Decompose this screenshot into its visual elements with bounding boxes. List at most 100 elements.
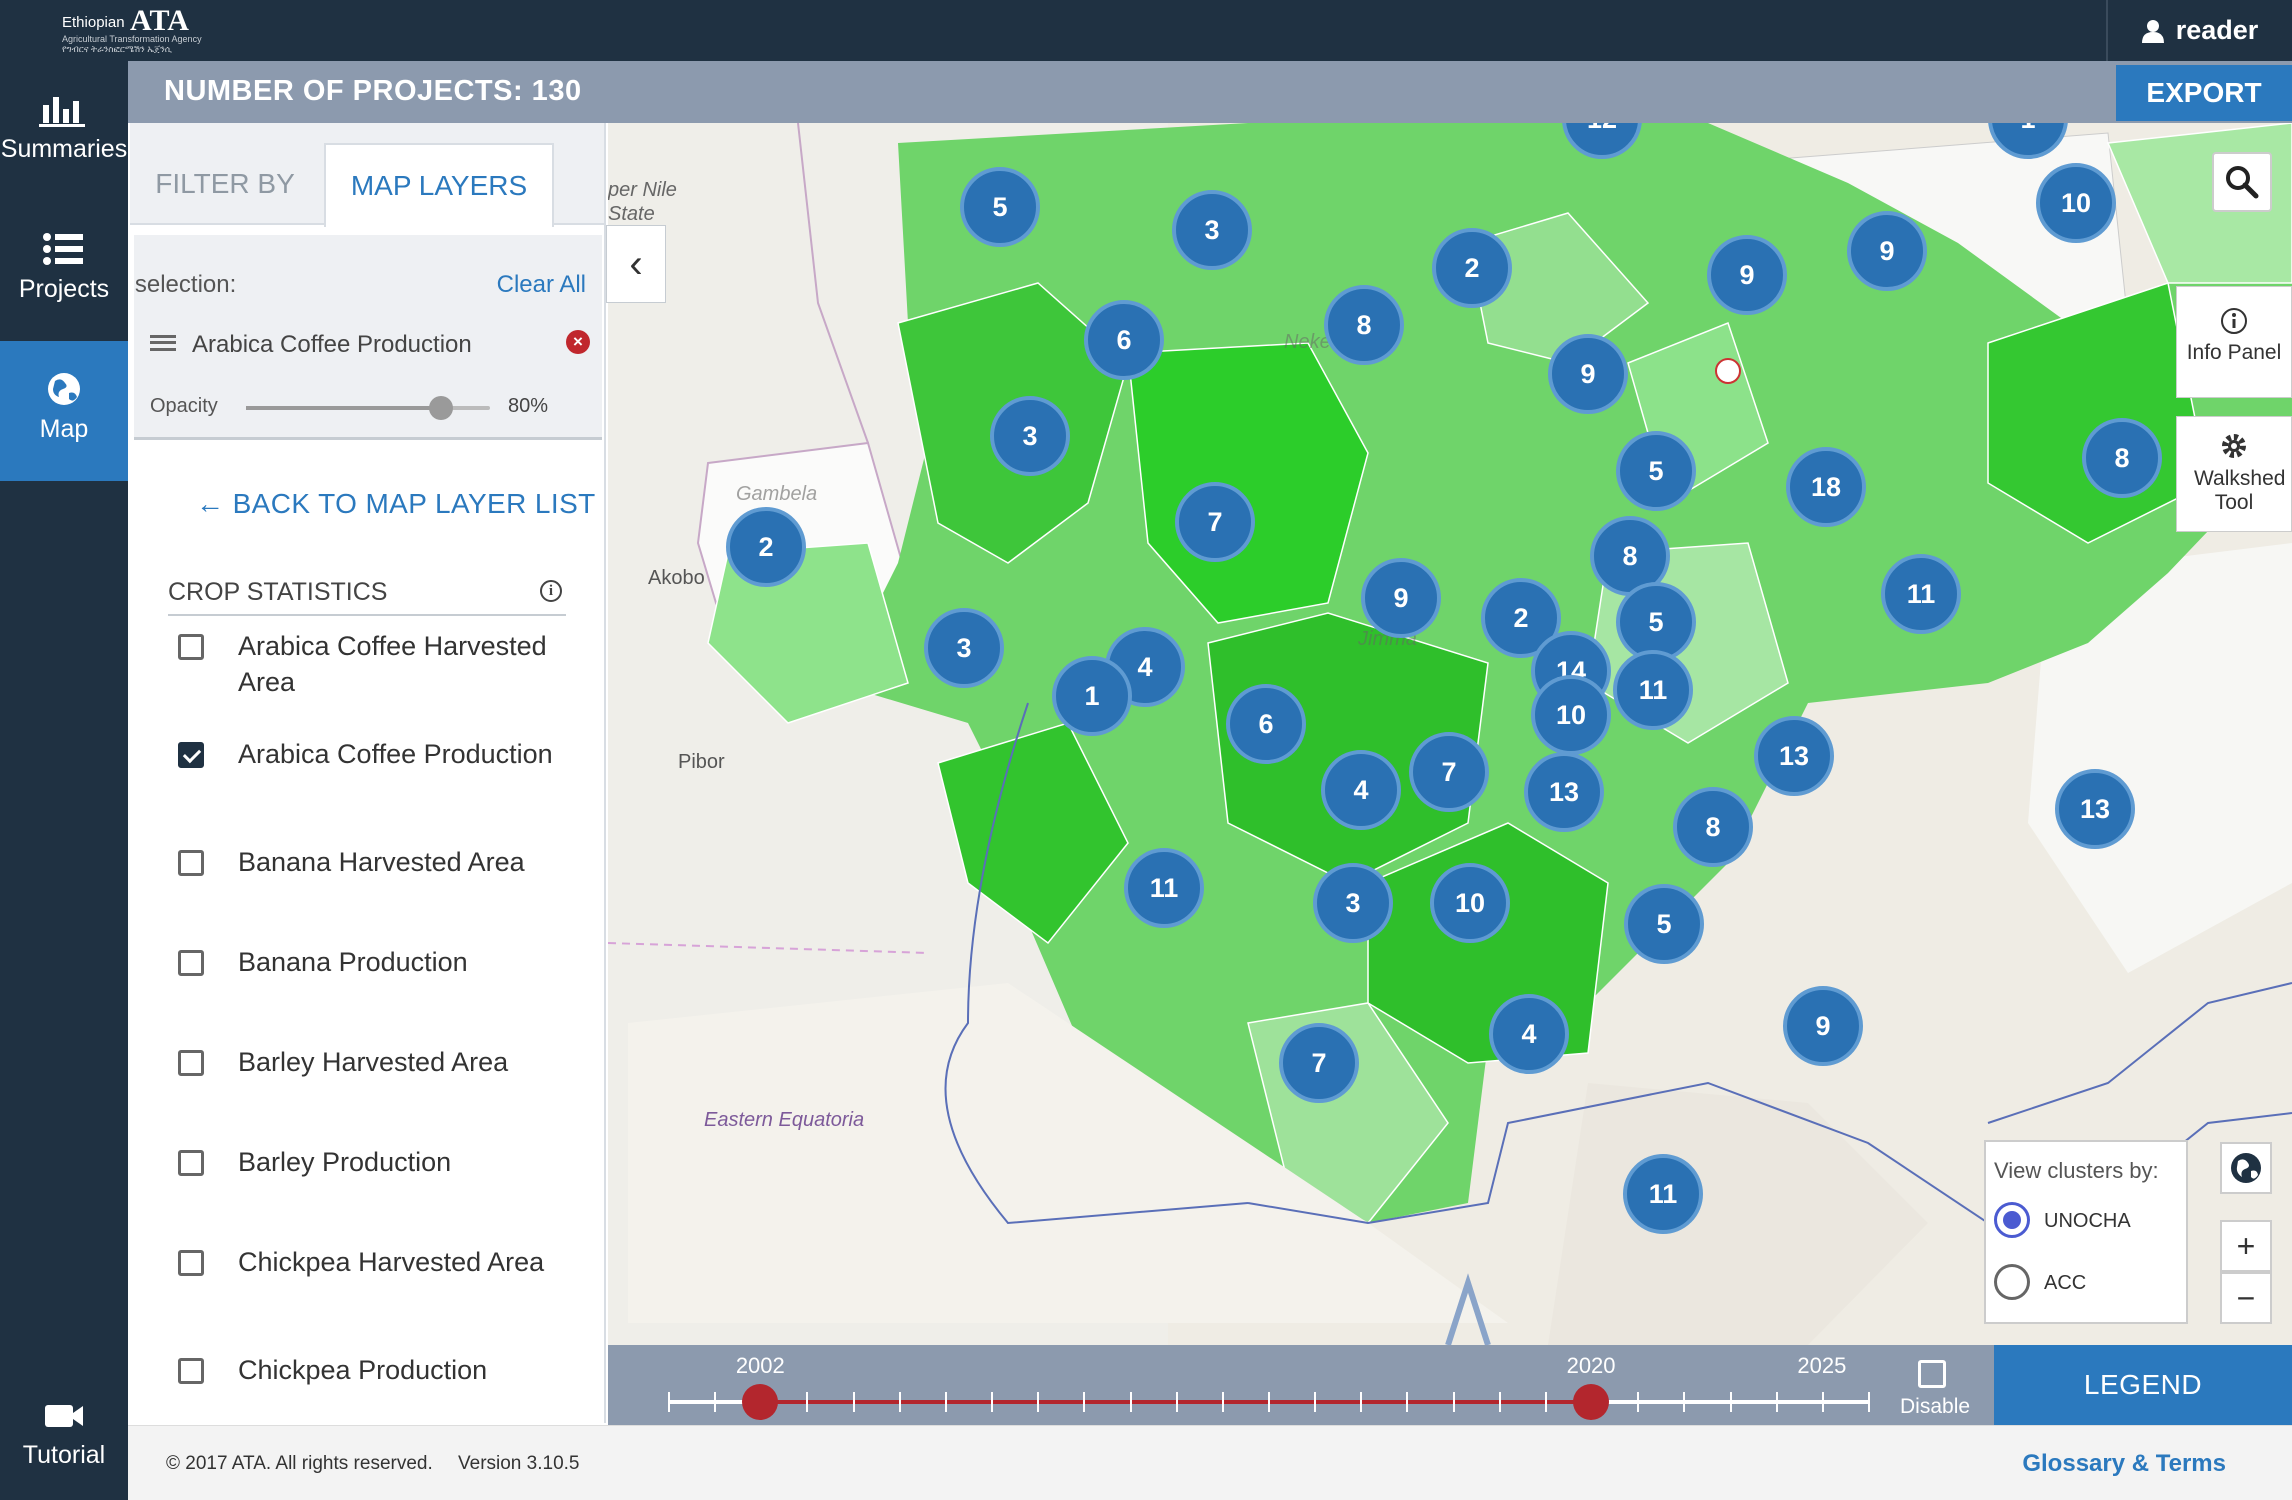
cluster-marker[interactable]: 10 bbox=[1430, 863, 1510, 943]
cluster-marker[interactable]: 11 bbox=[1881, 554, 1961, 634]
radio-unocha[interactable] bbox=[1994, 1202, 2030, 1238]
info-panel-label: Info Panel bbox=[2186, 341, 2282, 364]
checkbox[interactable] bbox=[178, 1358, 204, 1384]
timeline-slider[interactable] bbox=[668, 1384, 1870, 1420]
map-label: Gambela bbox=[736, 483, 818, 505]
collapse-panel-button[interactable]: ‹ bbox=[606, 225, 666, 303]
nav-map[interactable]: Map bbox=[0, 341, 128, 481]
footer: © 2017 ATA. All rights reserved. Version… bbox=[128, 1425, 2292, 1500]
cluster-marker[interactable]: 13 bbox=[2055, 769, 2135, 849]
cluster-marker[interactable]: 8 bbox=[1673, 787, 1753, 867]
export-button[interactable]: EXPORT bbox=[2116, 65, 2292, 121]
map-label: Akobo bbox=[648, 567, 705, 589]
timeline-tick bbox=[1406, 1392, 1409, 1412]
remove-layer-icon[interactable]: × bbox=[566, 330, 590, 354]
radio-acc[interactable] bbox=[1994, 1264, 2030, 1300]
cluster-marker[interactable]: 10 bbox=[1531, 675, 1611, 755]
map-search-button[interactable] bbox=[2212, 152, 2272, 212]
timeline-tick bbox=[1037, 1392, 1040, 1412]
checkbox[interactable] bbox=[178, 1250, 204, 1276]
zoom-in-button[interactable]: + bbox=[2220, 1220, 2272, 1272]
cluster-marker[interactable]: 11 bbox=[1613, 650, 1693, 730]
cluster-marker[interactable]: 5 bbox=[960, 167, 1040, 247]
cluster-marker[interactable]: 4 bbox=[1321, 750, 1401, 830]
back-to-layer-list-link[interactable]: ← BACK TO MAP LAYER LIST bbox=[196, 488, 596, 520]
glossary-link[interactable]: Glossary & Terms bbox=[2022, 1450, 2226, 1478]
layer-option-label: Arabica Coffee Harvested Area bbox=[238, 631, 547, 697]
logo-text: ATA bbox=[130, 4, 189, 37]
opacity-slider-handle[interactable] bbox=[429, 396, 454, 420]
timeline-tick bbox=[1775, 1392, 1778, 1412]
timeline-tick bbox=[1729, 1392, 1732, 1412]
timeline-start-year: 2002 bbox=[735, 1353, 785, 1378]
cluster-marker[interactable]: 13 bbox=[1524, 752, 1604, 832]
checkbox-checked[interactable] bbox=[178, 742, 204, 768]
search-icon bbox=[2226, 166, 2259, 199]
timeline-tick bbox=[1129, 1392, 1132, 1412]
zoom-out-button[interactable]: − bbox=[2220, 1272, 2272, 1324]
cluster-marker[interactable]: 1 bbox=[1052, 656, 1132, 736]
cluster-marker[interactable]: 11 bbox=[1623, 1154, 1703, 1234]
walkshed-tool-button[interactable]: Walkshed Tool bbox=[2176, 416, 2292, 532]
cluster-marker[interactable]: 5 bbox=[1624, 884, 1704, 964]
cluster-marker[interactable]: 2 bbox=[1432, 228, 1512, 308]
layer-option-label: Banana Harvested Area bbox=[238, 847, 525, 877]
drag-handle-icon[interactable] bbox=[150, 335, 176, 351]
checkbox[interactable] bbox=[178, 634, 204, 660]
timeline-tick bbox=[1221, 1392, 1224, 1412]
cluster-marker[interactable]: 9 bbox=[1847, 211, 1927, 291]
timeline-end-handle[interactable] bbox=[1573, 1384, 1610, 1420]
info-icon[interactable]: i bbox=[540, 580, 562, 602]
cluster-marker[interactable]: 9 bbox=[1548, 334, 1628, 414]
cluster-marker[interactable]: 3 bbox=[1313, 863, 1393, 943]
timeline-start-handle[interactable] bbox=[742, 1384, 779, 1420]
cluster-marker[interactable]: 6 bbox=[1226, 684, 1306, 764]
logo-subtitle: Agricultural Transformation Agency bbox=[62, 34, 202, 44]
cluster-marker[interactable]: 5 bbox=[1616, 431, 1696, 511]
opacity-slider[interactable] bbox=[246, 396, 490, 420]
cluster-marker[interactable]: 3 bbox=[924, 608, 1004, 688]
cluster-marker[interactable]: 3 bbox=[990, 396, 1070, 476]
nav-tutorial[interactable]: Tutorial bbox=[0, 1381, 128, 1500]
nav-summaries[interactable]: Summaries bbox=[0, 61, 128, 201]
cluster-marker[interactable]: 11 bbox=[1124, 848, 1204, 928]
timeline-tick bbox=[1360, 1392, 1363, 1412]
clear-all-link[interactable]: Clear All bbox=[497, 271, 586, 299]
map-label: Pibor bbox=[678, 751, 725, 773]
cluster-marker[interactable]: 9 bbox=[1707, 235, 1787, 315]
cluster-marker[interactable]: 6 bbox=[1084, 300, 1164, 380]
disable-timeline-checkbox[interactable] bbox=[1918, 1360, 1946, 1388]
checkbox[interactable] bbox=[178, 850, 204, 876]
timeline-max-year: 2025 bbox=[1797, 1353, 1847, 1378]
cluster-marker[interactable]: 13 bbox=[1754, 716, 1834, 796]
layer-option-label: Arabica Coffee Production bbox=[238, 739, 553, 769]
cluster-marker[interactable]: 18 bbox=[1786, 447, 1866, 527]
tab-map-layers[interactable]: MAP LAYERS bbox=[324, 143, 554, 227]
cluster-marker[interactable]: 10 bbox=[2036, 163, 2116, 243]
cluster-marker[interactable]: 9 bbox=[1783, 986, 1863, 1066]
checkbox[interactable] bbox=[178, 1150, 204, 1176]
cluster-marker[interactable]: 9 bbox=[1361, 558, 1441, 638]
cluster-marker[interactable]: 8 bbox=[2082, 418, 2162, 498]
cluster-marker[interactable]: 7 bbox=[1409, 732, 1489, 812]
checkbox[interactable] bbox=[178, 950, 204, 976]
list-icon bbox=[43, 233, 83, 265]
bar-chart-icon bbox=[39, 97, 85, 127]
cluster-marker[interactable]: 7 bbox=[1279, 1023, 1359, 1103]
gear-icon bbox=[2222, 434, 2246, 458]
info-panel-button[interactable]: Info Panel bbox=[2176, 286, 2292, 398]
basemap-toggle-button[interactable] bbox=[2220, 1142, 2272, 1194]
cluster-marker[interactable]: 3 bbox=[1172, 190, 1252, 270]
ata-logo[interactable]: Ethiopian ATA Agricultural Transformatio… bbox=[58, 4, 218, 54]
user-menu[interactable]: reader bbox=[2106, 0, 2292, 61]
tab-filter-by[interactable]: FILTER BY bbox=[130, 143, 320, 225]
cluster-marker[interactable]: 2 bbox=[726, 507, 806, 587]
cluster-marker[interactable]: 8 bbox=[1324, 285, 1404, 365]
checkbox[interactable] bbox=[178, 1050, 204, 1076]
nav-map-label: Map bbox=[39, 415, 89, 443]
cluster-mode-panel: View clusters by: UNOCHA ACC bbox=[1984, 1140, 2188, 1324]
cluster-marker[interactable]: 4 bbox=[1489, 994, 1569, 1074]
cluster-marker[interactable]: 7 bbox=[1175, 482, 1255, 562]
legend-button[interactable]: LEGEND bbox=[1994, 1345, 2292, 1425]
nav-projects[interactable]: Projects bbox=[0, 201, 128, 341]
